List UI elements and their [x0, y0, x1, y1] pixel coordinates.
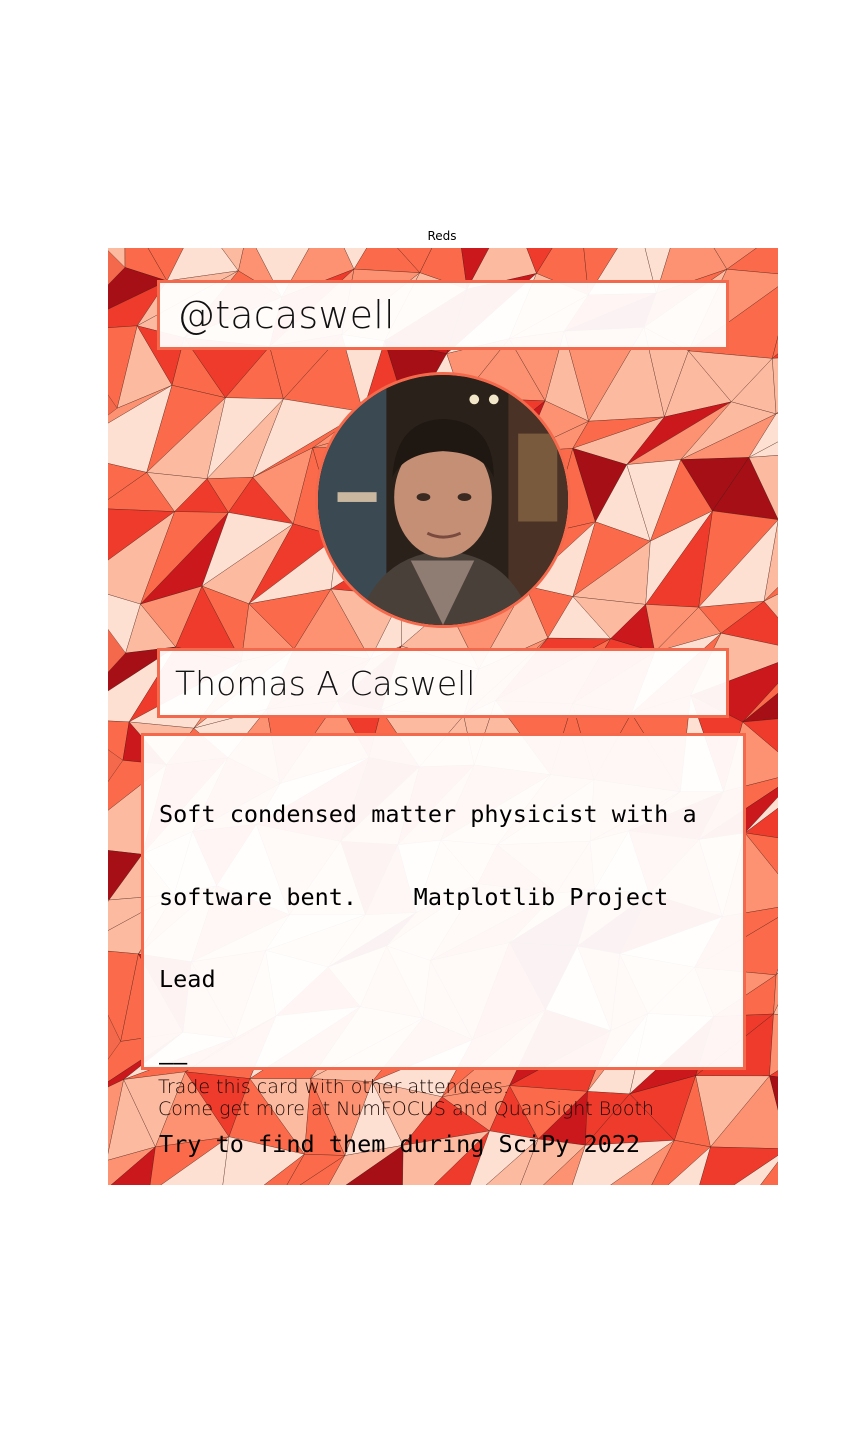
footer-text: Trade this card with other attendees. Co…	[158, 1076, 654, 1120]
bio-line: ——	[159, 1047, 188, 1076]
user-handle: @tacaswell	[177, 293, 395, 337]
mosaic-triangle	[108, 248, 126, 269]
profile-photo-icon	[318, 375, 568, 625]
trading-card: @tacaswell Thomas A Caswell Soft condens…	[108, 248, 778, 1185]
name-box: Thomas A Caswell	[157, 648, 729, 718]
bio-box: Soft condensed matter physicist with a s…	[141, 733, 746, 1158]
footer-line: Come get more at NumFOCUS and QuanSight …	[158, 1098, 654, 1120]
bio-line: software bent. Matplotlib Project	[159, 882, 669, 911]
handle-box: @tacaswell	[157, 280, 729, 350]
figure-title: Reds	[427, 229, 457, 243]
bio-line: Soft condensed matter physicist with a	[159, 800, 697, 828]
avatar	[315, 372, 571, 628]
footer-line: Trade this card with other attendees.	[158, 1076, 510, 1098]
bio-line: Lead	[159, 965, 216, 993]
full-name: Thomas A Caswell	[175, 664, 476, 703]
bio-line: Try to find them during SciPy 2022	[159, 1130, 641, 1158]
